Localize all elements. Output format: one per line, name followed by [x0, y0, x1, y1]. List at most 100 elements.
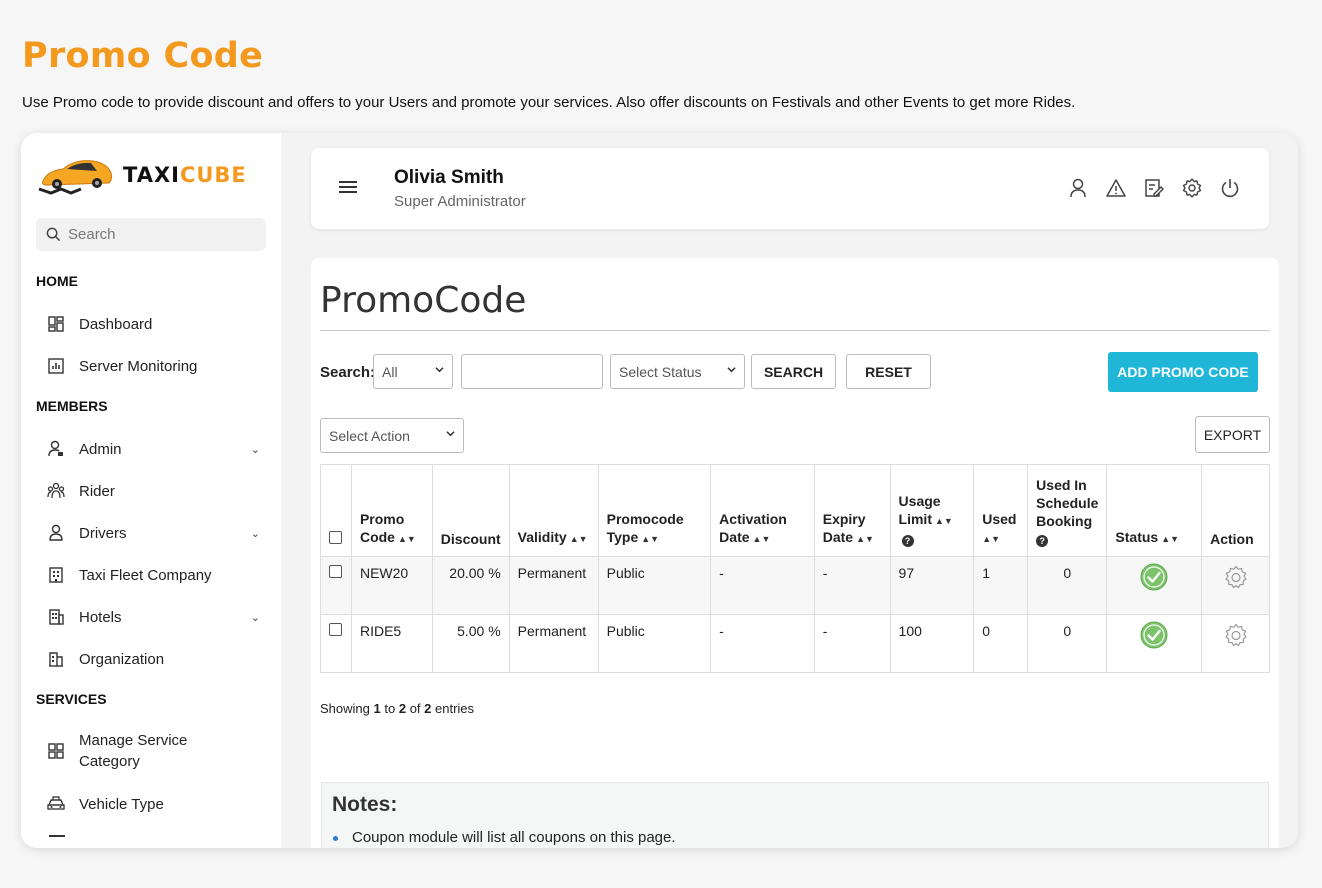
cell-used-schedule: 0 [1027, 556, 1108, 615]
table-row: NEW20 20.00 % Permanent Public - - 97 1 … [320, 556, 1270, 615]
sidebar-item-label: Vehicle Type [79, 795, 164, 813]
menu-toggle-icon[interactable] [339, 181, 357, 196]
sidebar-item-rider[interactable]: Rider [36, 480, 266, 502]
col-label-line1: Used In [1036, 477, 1087, 493]
cell-expiry-date: - [813, 614, 891, 673]
section-members: MEMBERS [36, 398, 108, 414]
sidebar-item-label: Admin [79, 440, 122, 458]
sidebar-item-server-monitoring[interactable]: Server Monitoring [36, 355, 266, 377]
sort-icon: ▲▼ [1161, 534, 1180, 544]
search-keyword-input[interactable] [461, 354, 603, 389]
col-usage-limit[interactable]: Usage Limit ▲▼? [889, 464, 975, 557]
row-settings-gear-icon[interactable] [1223, 565, 1249, 591]
brand-name: TAXICUBE [123, 163, 247, 187]
sidebar-next-icon-partial [49, 835, 65, 837]
row-checkbox[interactable] [329, 565, 343, 578]
entries-suffix: entries [435, 701, 475, 716]
settings-gear-icon[interactable] [1181, 177, 1203, 199]
page-title: Promo Code [22, 36, 264, 76]
add-promo-code-button[interactable]: ADD PROMO CODE [1108, 352, 1258, 392]
sidebar-item-label-line2: Category [79, 753, 140, 770]
col-label-line1: Expiry [822, 511, 866, 527]
row-checkbox[interactable] [329, 623, 343, 636]
col-promo-code[interactable]: Promo Code ▲▼ [350, 464, 433, 557]
active-check-icon[interactable] [1140, 563, 1168, 591]
active-check-icon[interactable] [1140, 621, 1168, 649]
chevron-down-icon [727, 367, 736, 373]
help-icon[interactable]: ? [901, 535, 914, 547]
row-settings-gear-icon[interactable] [1223, 623, 1249, 649]
col-label-line2: Type [606, 529, 639, 545]
user-name: Olivia Smith [394, 167, 504, 188]
search-field-select[interactable]: All [373, 354, 453, 389]
sidebar: TAXICUBE Search HOME Dashboard Server Mo… [21, 133, 281, 848]
cell-used-schedule: 0 [1027, 614, 1108, 673]
col-used[interactable]: Used ▲▼ [973, 464, 1029, 557]
notes-list-item: Coupon module will list all coupons on t… [333, 829, 676, 846]
entries-prefix: Showing [320, 701, 370, 716]
bulk-action-value: Select Action [329, 427, 410, 444]
edit-note-icon[interactable] [1143, 177, 1165, 199]
row-select-cell [320, 556, 352, 615]
sidebar-item-admin[interactable]: Admin ⌄ [36, 438, 266, 460]
building-icon [45, 564, 67, 586]
promo-code-table: Promo Code ▲▼ Discount Validity ▲▼ Promocod… [320, 464, 1270, 673]
select-all-checkbox[interactable] [329, 531, 342, 544]
cell-promo-code: RIDE5 [350, 614, 433, 673]
hotel-icon [45, 606, 67, 628]
sidebar-search-placeholder: Search [68, 226, 116, 243]
col-label: Used [982, 511, 1017, 527]
cell-action [1201, 614, 1270, 673]
chart-icon [45, 355, 67, 377]
bulk-action-select[interactable]: Select Action [320, 418, 464, 453]
cell-activation-date: - [710, 556, 815, 615]
cell-promo-code: NEW20 [350, 556, 433, 615]
sidebar-item-vehicle-type[interactable]: Vehicle Type [36, 793, 266, 815]
chevron-down-icon: ⌄ [250, 443, 260, 456]
sort-icon: ▲▼ [569, 534, 588, 544]
power-logout-icon[interactable] [1219, 177, 1241, 199]
sort-icon: ▲▼ [641, 534, 660, 544]
sidebar-item-label-line1: Manage Service [79, 732, 188, 749]
warning-icon[interactable] [1105, 177, 1127, 199]
reset-button[interactable]: RESET [846, 354, 931, 389]
sort-icon: ▲▼ [856, 534, 874, 544]
status-select[interactable]: Select Status [610, 354, 745, 389]
export-button[interactable]: EXPORT [1195, 416, 1270, 453]
col-status[interactable]: Status ▲▼ [1106, 464, 1203, 557]
promocode-panel: PromoCode Search: All Select Status SEAR… [311, 258, 1279, 848]
cell-action [1201, 556, 1270, 615]
search-icon [46, 227, 61, 242]
sidebar-item-dashboard[interactable]: Dashboard [36, 313, 266, 335]
sort-icon: ▲▼ [935, 516, 953, 526]
col-promocode-type[interactable]: Promocode Type ▲▼ [597, 464, 712, 557]
profile-icon[interactable] [1067, 177, 1089, 199]
sidebar-item-organization[interactable]: Organization [36, 648, 266, 670]
col-activation-date[interactable]: Activation Date ▲▼ [710, 464, 815, 557]
cell-used: 0 [973, 614, 1029, 673]
col-expiry-date[interactable]: Expiry Date ▲▼ [813, 464, 891, 557]
sidebar-search-input[interactable]: Search [36, 218, 266, 251]
sort-icon: ▲▼ [752, 534, 771, 544]
col-validity[interactable]: Validity ▲▼ [508, 464, 599, 557]
chevron-down-icon [435, 367, 444, 373]
help-icon[interactable]: ? [1036, 535, 1049, 547]
sidebar-item-label: Server Monitoring [79, 357, 198, 375]
select-all-cell [320, 464, 352, 557]
search-button[interactable]: SEARCH [751, 354, 836, 389]
chevron-down-icon [446, 431, 455, 437]
sidebar-item-drivers[interactable]: Drivers ⌄ [36, 522, 266, 544]
app-window: TAXICUBE Search HOME Dashboard Server Mo… [21, 133, 1298, 848]
sidebar-item-taxi-fleet-company[interactable]: Taxi Fleet Company [36, 564, 266, 586]
sidebar-item-manage-service-category[interactable]: Manage Service Category [36, 730, 266, 772]
table-row: RIDE5 5.00 % Permanent Public - - 100 0 … [320, 614, 1270, 673]
sidebar-item-hotels[interactable]: Hotels ⌄ [36, 606, 266, 628]
col-label-line2: Code [359, 529, 395, 545]
col-label-line1: Activation [719, 511, 787, 527]
col-label: Status [1115, 529, 1159, 545]
brand-logo[interactable]: TAXICUBE [37, 153, 247, 197]
sort-icon: ▲▼ [397, 534, 416, 544]
cell-discount: 20.00 % [431, 556, 510, 615]
sidebar-item-label: Drivers [79, 524, 127, 542]
col-used-in-schedule-booking: Used In Schedule Booking? [1027, 464, 1108, 557]
